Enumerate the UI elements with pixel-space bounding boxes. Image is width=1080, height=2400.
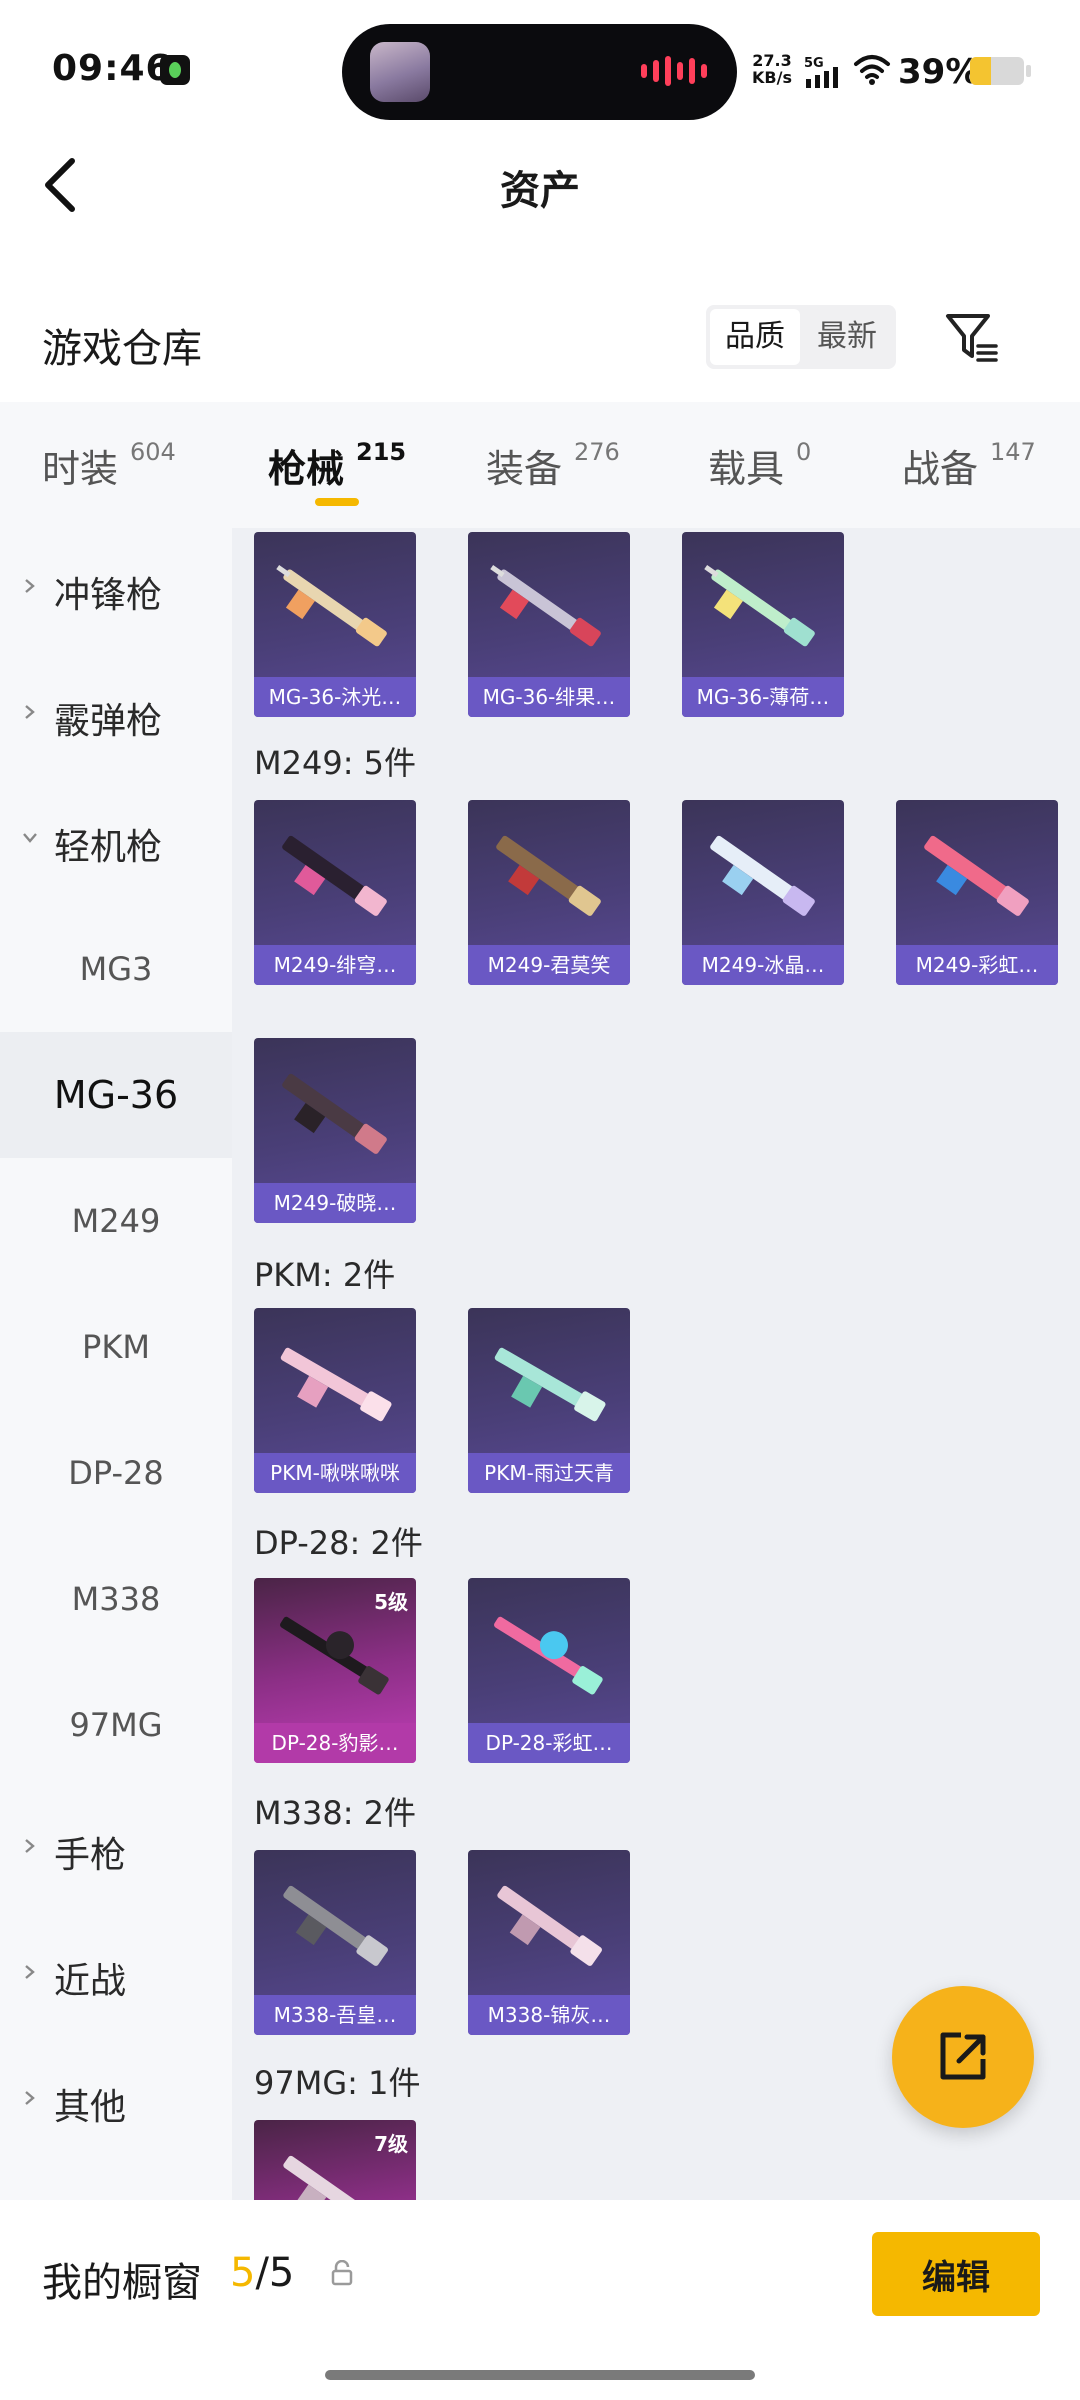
weapon-skin-card[interactable]: 7级 <box>254 2120 416 2200</box>
rifle-icon <box>496 835 601 916</box>
showcase-label: 我的橱窗 <box>42 2260 202 2306</box>
sidebar-item-melee[interactable]: 近战 <box>0 1914 232 2040</box>
warehouse-title: 游戏仓库 <box>42 326 202 372</box>
network-speed: 27.3 KB/s <box>752 51 792 87</box>
chevron-right-icon <box>25 1839 35 1853</box>
showcase-count: 5/5 <box>230 2250 295 2296</box>
chevron-down-icon <box>23 833 37 843</box>
group-title-pkm: PKM: 2件 <box>254 1256 396 1294</box>
weapon-skin-card[interactable]: PKM-雨过天青 <box>468 1308 630 1493</box>
weapon-skin-card[interactable]: MG-36-沐光… <box>254 532 416 717</box>
sidebar-sub-pkm[interactable]: PKM <box>0 1284 232 1410</box>
chevron-right-icon <box>25 1965 35 1979</box>
svg-text:5G: 5G <box>804 56 824 71</box>
page-title: 资产 <box>500 168 580 214</box>
weapon-type-sidebar: 冲锋枪 霰弹枪 轻机枪 MG3 MG-36 M249 PKM DP-28 M33… <box>0 528 232 2200</box>
weapon-skin-card[interactable]: M249-绯穹… <box>254 800 416 985</box>
chevron-right-icon <box>25 705 35 719</box>
group-title-97mg: 97MG: 1件 <box>254 2064 421 2102</box>
sort-toggle: 品质 最新 <box>706 305 896 369</box>
sidebar-item-shotgun[interactable]: 霰弹枪 <box>0 654 232 780</box>
chevron-right-icon <box>25 579 35 593</box>
app-notification-icon <box>160 55 190 85</box>
rifle-icon <box>280 1616 389 1695</box>
wifi-icon <box>854 55 890 85</box>
status-bar: 09:46 27.3 KB/s 5G 39% <box>0 0 1080 130</box>
sidebar-sub-m249[interactable]: M249 <box>0 1158 232 1284</box>
sidebar-sub-mg3[interactable]: MG3 <box>0 906 232 1032</box>
weapon-skin-card[interactable]: PKM-啾咪啾咪 <box>254 1308 416 1493</box>
sidebar-item-lmg[interactable]: 轻机枪 <box>0 780 232 906</box>
rifle-icon <box>282 1073 387 1154</box>
share-fab[interactable] <box>892 1986 1034 2128</box>
sidebar-sub-mg36[interactable]: MG-36 <box>0 1032 232 1158</box>
battery-icon <box>970 57 1024 85</box>
sort-latest[interactable]: 最新 <box>802 309 892 365</box>
weapon-skin-card[interactable]: M249-破晓… <box>254 1038 416 1223</box>
dynamic-island[interactable] <box>342 24 737 120</box>
edit-button[interactable]: 编辑 <box>872 2232 1040 2316</box>
showcase-bar: 我的橱窗 5/5 编辑 <box>0 2200 1080 2400</box>
home-indicator[interactable] <box>325 2370 755 2380</box>
sidebar-item-pistol[interactable]: 手枪 <box>0 1788 232 1914</box>
rifle-icon <box>497 1885 602 1966</box>
rifle-icon <box>276 564 387 647</box>
weapon-skin-grid: MG-36-沐光… MG-36-绯果… MG-36-薄荷… M249: 5件 M… <box>232 528 1080 2200</box>
cellular-signal-icon: 5G <box>804 56 838 88</box>
rifle-icon <box>283 1885 388 1966</box>
rifle-icon <box>924 835 1029 916</box>
sidebar-sub-97mg[interactable]: 97MG <box>0 1662 232 1788</box>
audio-wave-icon <box>641 56 707 86</box>
weapon-skin-card[interactable]: 5级 DP-28-豹影… <box>254 1578 416 1763</box>
active-tab-indicator <box>315 498 359 506</box>
rifle-icon <box>710 835 815 916</box>
rifle-icon <box>282 835 387 916</box>
weapon-skin-card[interactable]: DP-28-彩虹… <box>468 1578 630 1763</box>
lock-open-icon <box>331 2260 353 2286</box>
battery-percent: 39% <box>898 52 980 92</box>
rifle-icon <box>494 1347 606 1422</box>
filter-icon[interactable] <box>944 310 1000 366</box>
weapon-skin-card[interactable]: MG-36-绯果… <box>468 532 630 717</box>
weapon-skin-card[interactable]: M338-吾皇… <box>254 1850 416 2035</box>
sidebar-item-other[interactable]: 其他 <box>0 2040 232 2166</box>
weapon-skin-card[interactable]: M338-锦灰… <box>468 1850 630 2035</box>
rifle-icon <box>283 2155 381 2200</box>
rifle-icon <box>704 564 815 647</box>
sidebar-sub-m338[interactable]: M338 <box>0 1536 232 1662</box>
weapon-skin-card[interactable]: M249-彩虹… <box>896 800 1058 985</box>
rifle-icon <box>494 1616 603 1695</box>
chevron-right-icon <box>25 2091 35 2105</box>
group-title-dp28: DP-28: 2件 <box>254 1524 423 1562</box>
rifle-icon <box>490 564 601 647</box>
now-playing-thumbnail <box>370 42 430 102</box>
weapon-skin-card[interactable]: M249-君莫笑 <box>468 800 630 985</box>
sort-quality[interactable]: 品质 <box>710 309 800 365</box>
category-tabs: 时装 604 枪械 215 装备 276 载具 0 战备 147 <box>0 402 1080 528</box>
weapon-skin-card[interactable]: M249-冰晶… <box>682 800 844 985</box>
share-external-icon <box>940 2032 986 2080</box>
group-title-m249: M249: 5件 <box>254 744 417 782</box>
rifle-icon <box>280 1347 392 1422</box>
group-title-m338: M338: 2件 <box>254 1794 417 1832</box>
status-time: 09:46 <box>52 48 172 89</box>
sidebar-sub-dp28[interactable]: DP-28 <box>0 1410 232 1536</box>
weapon-skin-card[interactable]: MG-36-薄荷… <box>682 532 844 717</box>
sidebar-item-smg[interactable]: 冲锋枪 <box>0 528 232 654</box>
